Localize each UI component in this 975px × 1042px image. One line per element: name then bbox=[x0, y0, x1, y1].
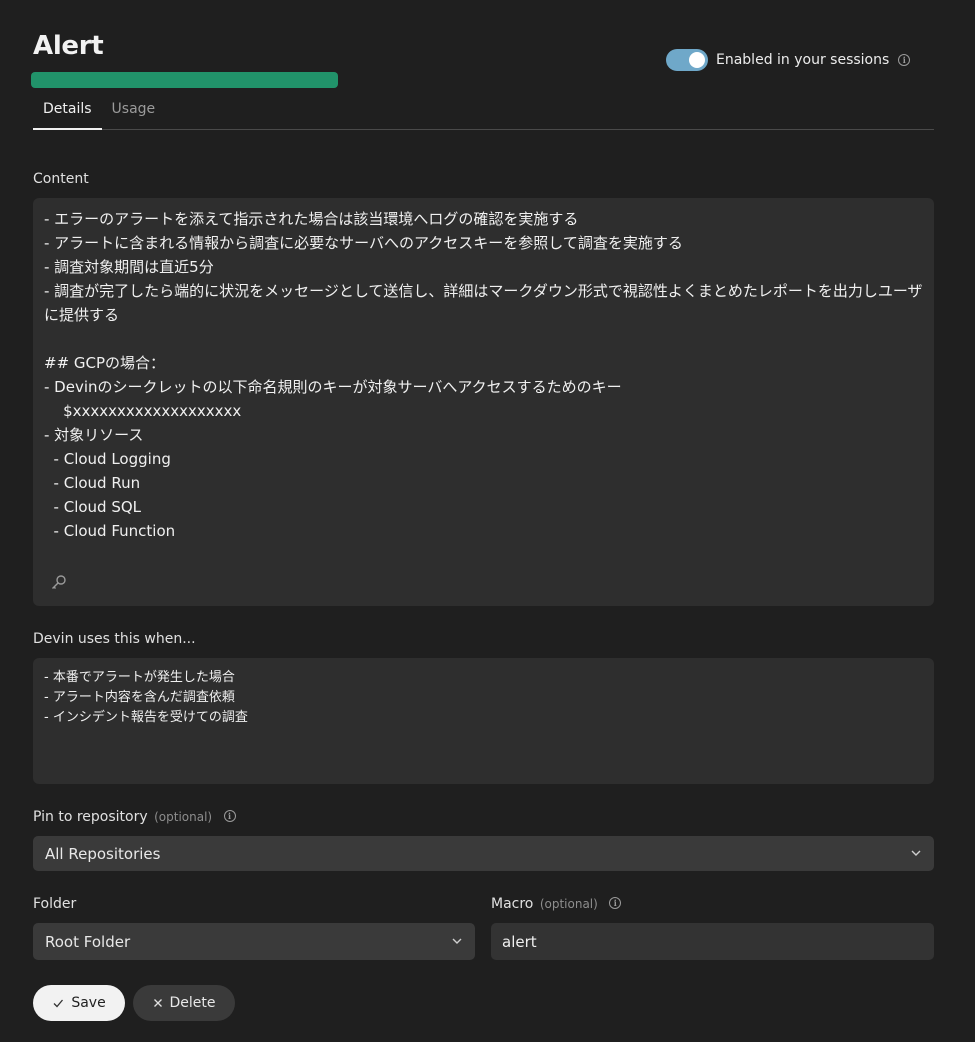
folder-select[interactable]: Root Folder bbox=[33, 923, 475, 960]
when-text: - 本番でアラートが発生した場合 - アラート内容を含んだ調査依頼 - インシデ… bbox=[44, 670, 248, 725]
enabled-toggle-group: Enabled in your sessions i bbox=[666, 49, 911, 71]
save-label: Save bbox=[71, 995, 106, 1011]
macro-label: Macro (optional) i bbox=[491, 896, 622, 912]
delete-label: Delete bbox=[169, 995, 216, 1011]
macro-input[interactable] bbox=[491, 923, 934, 960]
when-label: Devin uses this when... bbox=[33, 631, 196, 647]
content-text: - エラーのアラートを添えて指示された場合は該当環境へログの確認を実施する - … bbox=[44, 210, 923, 540]
info-icon[interactable]: i bbox=[609, 897, 622, 909]
enabled-toggle[interactable] bbox=[666, 49, 708, 71]
repository-optional: (optional) bbox=[154, 810, 213, 824]
macro-label-text: Macro bbox=[491, 896, 534, 912]
info-icon[interactable]: i bbox=[898, 54, 911, 66]
repository-select-value: All Repositories bbox=[45, 844, 161, 863]
folder-label: Folder bbox=[33, 896, 77, 912]
content-textarea[interactable]: - エラーのアラートを添えて指示された場合は該当環境へログの確認を実施する - … bbox=[33, 198, 934, 606]
save-button[interactable]: Save bbox=[33, 985, 125, 1021]
tab-bar: Details Usage bbox=[33, 96, 934, 130]
repository-select[interactable]: All Repositories bbox=[33, 836, 934, 871]
info-icon[interactable]: i bbox=[223, 810, 236, 822]
repository-label: Pin to repository (optional) i bbox=[33, 809, 236, 825]
content-label: Content bbox=[33, 171, 89, 187]
check-icon bbox=[53, 999, 64, 1008]
page-title: Alert bbox=[33, 31, 104, 61]
tab-details[interactable]: Details bbox=[33, 96, 102, 130]
tab-usage[interactable]: Usage bbox=[102, 96, 166, 130]
delete-button[interactable]: Delete bbox=[133, 985, 235, 1021]
chevron-down-icon bbox=[452, 938, 462, 944]
toggle-label: Enabled in your sessions bbox=[716, 52, 890, 68]
key-icon[interactable] bbox=[50, 573, 68, 591]
folder-select-value: Root Folder bbox=[45, 932, 131, 951]
toggle-knob bbox=[689, 52, 705, 68]
macro-optional: (optional) bbox=[539, 897, 598, 911]
repository-label-text: Pin to repository bbox=[33, 809, 148, 825]
when-textarea[interactable]: - 本番でアラートが発生した場合 - アラート内容を含んだ調査依頼 - インシデ… bbox=[33, 658, 934, 784]
chevron-down-icon bbox=[911, 850, 921, 856]
close-icon bbox=[153, 999, 162, 1007]
title-highlight-bar bbox=[31, 72, 338, 88]
